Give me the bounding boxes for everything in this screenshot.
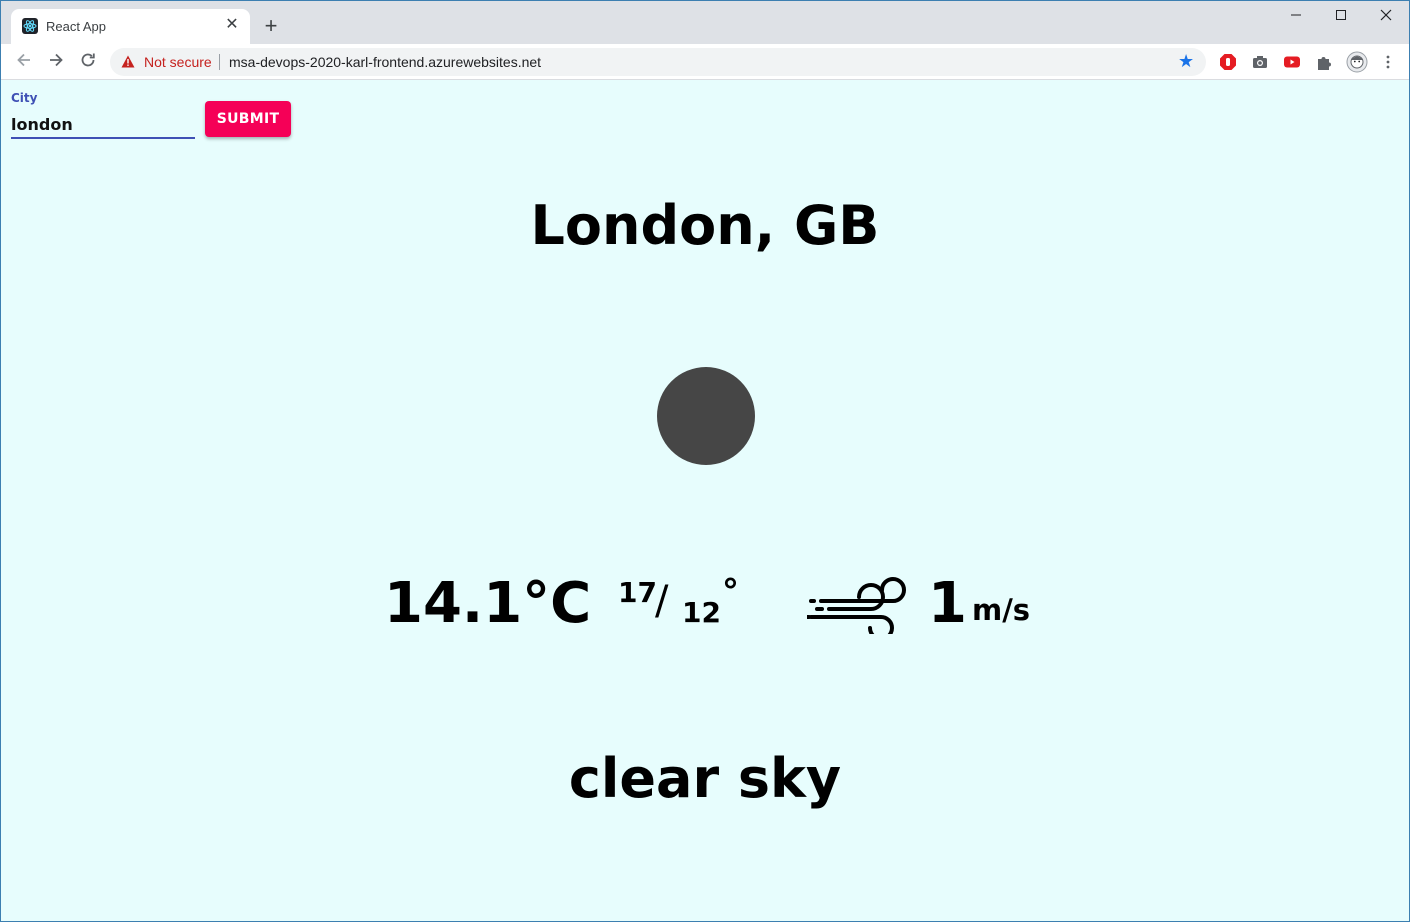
city-input[interactable] bbox=[11, 111, 195, 139]
browser-window: React App ✕ + Not secure msa-devops-2020… bbox=[0, 0, 1410, 922]
camera-extension-icon[interactable] bbox=[1251, 53, 1269, 71]
degree-symbol: ° bbox=[722, 572, 739, 612]
weather-description: clear sky bbox=[568, 747, 842, 810]
adblock-extension-icon[interactable] bbox=[1219, 53, 1237, 71]
weather-page: City SUBMIT London, GB 14.1°C 17 / 12 ° bbox=[1, 81, 1409, 921]
address-divider bbox=[219, 54, 220, 70]
more-menu-icon[interactable] bbox=[1379, 53, 1397, 71]
new-tab-plus-icon[interactable]: + bbox=[261, 15, 281, 37]
tab-title: React App bbox=[46, 19, 106, 34]
high-low-separator: / bbox=[655, 578, 669, 624]
submit-button[interactable]: SUBMIT bbox=[205, 101, 291, 137]
wind-icon bbox=[804, 576, 911, 641]
youtube-extension-icon[interactable] bbox=[1283, 53, 1301, 71]
high-temperature: 17 bbox=[618, 576, 657, 609]
low-temperature: 12 bbox=[682, 596, 721, 629]
close-window-icon[interactable] bbox=[1363, 6, 1409, 26]
reload-icon[interactable] bbox=[77, 51, 99, 73]
forward-arrow-icon[interactable] bbox=[45, 51, 67, 73]
bookmark-star-icon[interactable]: ★ bbox=[1178, 52, 1196, 70]
tab-strip: React App ✕ + bbox=[1, 1, 1409, 44]
back-arrow-icon[interactable] bbox=[13, 51, 35, 73]
wind-speed: 1 bbox=[928, 571, 967, 636]
current-temperature: 14.1°C bbox=[384, 571, 592, 636]
react-logo-icon bbox=[22, 18, 38, 34]
tab-react-app[interactable]: React App ✕ bbox=[11, 9, 250, 44]
wind-unit: m/s bbox=[972, 593, 1031, 627]
extensions-puzzle-icon[interactable] bbox=[1315, 53, 1333, 71]
profile-avatar-icon[interactable] bbox=[1346, 51, 1368, 73]
minimize-icon[interactable] bbox=[1273, 6, 1319, 26]
close-tab-icon[interactable]: ✕ bbox=[224, 17, 240, 33]
browser-toolbar: Not secure msa-devops-2020-karl-frontend… bbox=[1, 44, 1409, 80]
address-bar[interactable]: Not secure msa-devops-2020-karl-frontend… bbox=[110, 48, 1206, 76]
not-secure-label[interactable]: Not secure bbox=[144, 54, 212, 70]
weather-condition-icon bbox=[657, 367, 755, 465]
city-label: City bbox=[11, 91, 38, 105]
maximize-icon[interactable] bbox=[1318, 6, 1364, 26]
location-title: London, GB bbox=[530, 194, 880, 257]
warning-icon bbox=[121, 55, 135, 68]
url-text[interactable]: msa-devops-2020-karl-frontend.azurewebsi… bbox=[229, 54, 541, 70]
